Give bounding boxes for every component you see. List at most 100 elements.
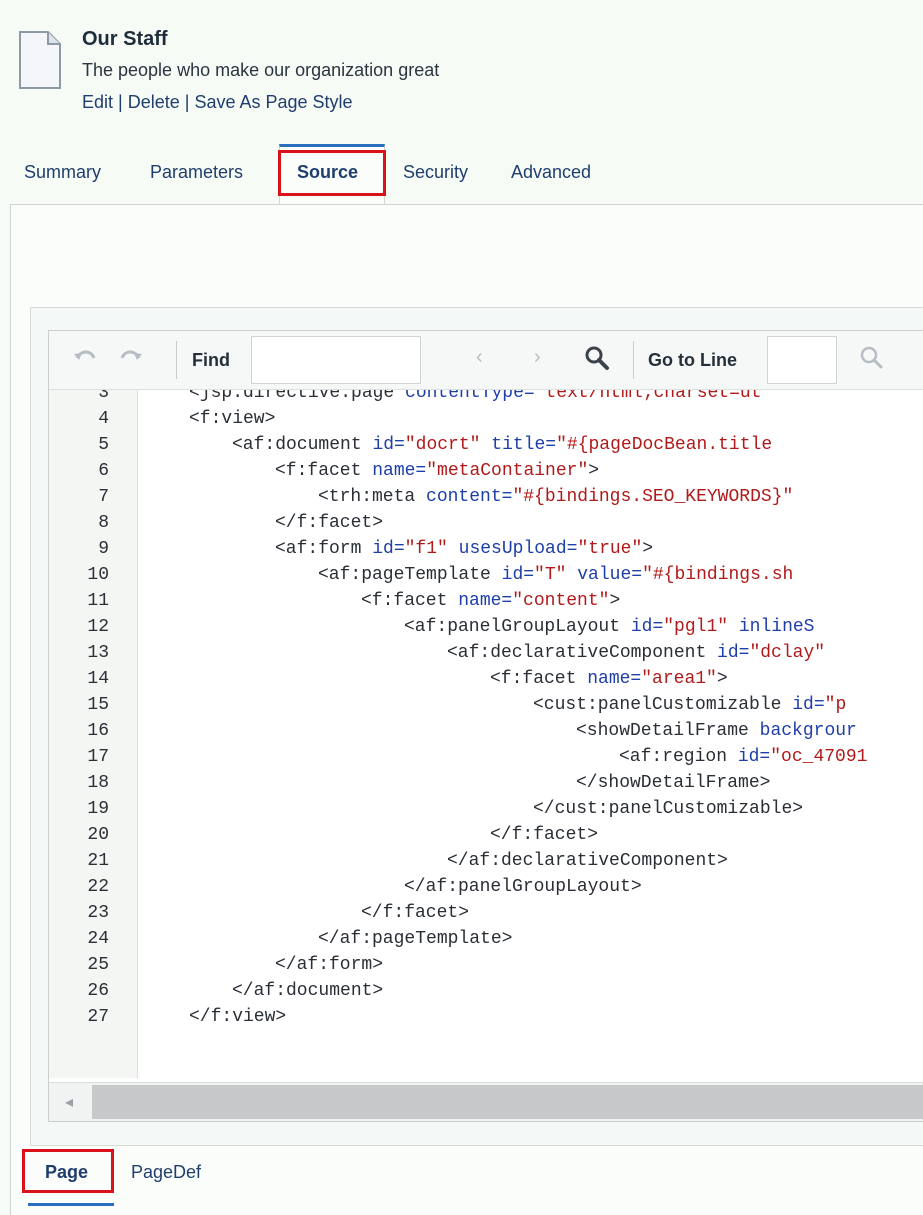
code-text: </f:facet> [361, 900, 469, 926]
code-text: </f:facet> [275, 510, 383, 536]
code-token: <af:region [619, 747, 738, 767]
go-to-line-search-icon[interactable] [859, 345, 885, 371]
tab-pagedef[interactable]: PageDef [131, 1162, 201, 1183]
code-token: name= [587, 669, 642, 689]
line-number: 23 [87, 903, 109, 923]
code-token: "#{pageDocBean.title [556, 435, 773, 455]
code-text: <showDetailFrame backgrour [576, 718, 857, 744]
code-token: "metaContainer" [426, 461, 589, 481]
code-line: 18 </showDetailFrame> [49, 770, 923, 796]
search-icon[interactable] [584, 345, 610, 371]
code-token: id= [372, 539, 405, 559]
undo-icon[interactable] [73, 348, 97, 368]
code-text: </f:view> [189, 1004, 286, 1030]
code-token: title= [480, 435, 557, 455]
line-number: 19 [87, 799, 109, 819]
tab-advanced[interactable]: Advanced [511, 162, 591, 183]
code-text: </f:facet> [490, 822, 598, 848]
code-token: <f:facet [361, 591, 459, 611]
line-number: 7 [98, 487, 109, 507]
code-text: <cust:panelCustomizable id="p [533, 692, 846, 718]
line-number: 6 [98, 461, 109, 481]
page-title: Our Staff [82, 28, 168, 50]
toolbar-separator [176, 341, 177, 379]
find-input[interactable] [251, 336, 421, 384]
code-token: content= [426, 487, 513, 507]
tab-security[interactable]: Security [403, 162, 468, 183]
page-tab-highlight [22, 1149, 114, 1193]
scrollbar-thumb[interactable] [92, 1085, 923, 1119]
code-token: "content" [512, 591, 610, 611]
code-text: <f:facet name="metaContainer"> [275, 458, 599, 484]
code-token: "f1" [404, 539, 448, 559]
line-number: 13 [87, 643, 109, 663]
scroll-left-icon[interactable]: ◂ [65, 1092, 73, 1112]
line-number: 5 [98, 435, 109, 455]
code-token: </af:pageTemplate> [318, 929, 513, 949]
go-to-line-input[interactable] [767, 336, 837, 384]
redo-icon[interactable] [119, 348, 143, 368]
code-line: 25 </af:form> [49, 952, 923, 978]
line-number: 26 [87, 981, 109, 1001]
line-number: 15 [87, 695, 109, 715]
code-token: "#{bindings.SEO_KEYWORDS}" [512, 487, 794, 507]
code-line: 12 <af:panelGroupLayout id="pgl1" inlineS [49, 614, 923, 640]
horizontal-scrollbar[interactable]: ◂ [49, 1082, 923, 1121]
code-token: </showDetailFrame> [576, 773, 771, 793]
code-line: 7 <trh:meta content="#{bindings.SEO_KEYWO… [49, 484, 923, 510]
code-token: <jsp:directive.page [189, 390, 406, 403]
document-icon [19, 31, 61, 89]
code-line: 23 </f:facet> [49, 900, 923, 926]
code-token: <af:form [275, 539, 373, 559]
line-number: 27 [87, 1007, 109, 1027]
code-token: </af:panelGroupLayout> [404, 877, 642, 897]
code-token: "#{bindings.sh [642, 565, 794, 585]
code-line: 21 </af:declarativeComponent> [49, 848, 923, 874]
chevron-right-icon[interactable]: › [534, 346, 541, 369]
code-token: backgrour [759, 721, 857, 741]
code-token: </f:view> [189, 1007, 287, 1027]
code-token: > [588, 461, 600, 481]
code-text: </af:panelGroupLayout> [404, 874, 642, 900]
tab-summary[interactable]: Summary [24, 162, 101, 183]
code-text: </af:form> [275, 952, 383, 978]
code-text: <f:view> [189, 406, 275, 432]
save-as-page-style-link[interactable]: Save As Page Style [194, 92, 352, 112]
line-number: 11 [87, 591, 109, 611]
source-tab-highlight [278, 150, 386, 196]
code-token: <cust:panelCustomizable [533, 695, 793, 715]
code-line: 19 </cust:panelCustomizable> [49, 796, 923, 822]
code-line: 14 <f:facet name="area1"> [49, 666, 923, 692]
toolbar-separator [633, 341, 634, 379]
code-line: 3 <jsp:directive.page contentType="text/h… [49, 390, 923, 406]
code-token: <f:facet [275, 461, 373, 481]
code-token: <af:pageTemplate [318, 565, 502, 585]
code-text: <af:region id="oc_47091 [619, 744, 867, 770]
code-area[interactable]: 3 <jsp:directive.page contentType="text/h… [49, 390, 923, 1078]
code-line: 15 <cust:panelCustomizable id="p [49, 692, 923, 718]
delete-link[interactable]: Delete [128, 92, 180, 112]
code-token: contentType= [405, 390, 535, 403]
code-line: 20 </f:facet> [49, 822, 923, 848]
action-separator: | [184, 92, 190, 112]
code-line: 24 </af:pageTemplate> [49, 926, 923, 952]
code-token: > [716, 669, 728, 689]
code-line: 10 <af:pageTemplate id="T" value="#{bindi… [49, 562, 923, 588]
code-token: "docrt" [404, 435, 481, 455]
edit-link[interactable]: Edit [82, 92, 113, 112]
code-line: 4 <f:view> [49, 406, 923, 432]
code-token: name= [458, 591, 513, 611]
action-separator: | [118, 92, 123, 112]
code-text: <af:declarativeComponent id="dclay" [447, 640, 825, 666]
chevron-left-icon[interactable]: ‹ [476, 346, 483, 369]
code-token: "dclay" [749, 643, 826, 663]
code-token: id= [717, 643, 750, 663]
code-text: <f:facet name="content"> [361, 588, 620, 614]
code-token: "pgl1" [663, 617, 729, 637]
line-number: 10 [87, 565, 109, 585]
code-line: 9 <af:form id="f1" usesUpload="true"> [49, 536, 923, 562]
tab-parameters[interactable]: Parameters [150, 162, 243, 183]
code-token: id= [501, 565, 535, 585]
code-text: </af:pageTemplate> [318, 926, 512, 952]
line-number: 9 [98, 539, 109, 559]
